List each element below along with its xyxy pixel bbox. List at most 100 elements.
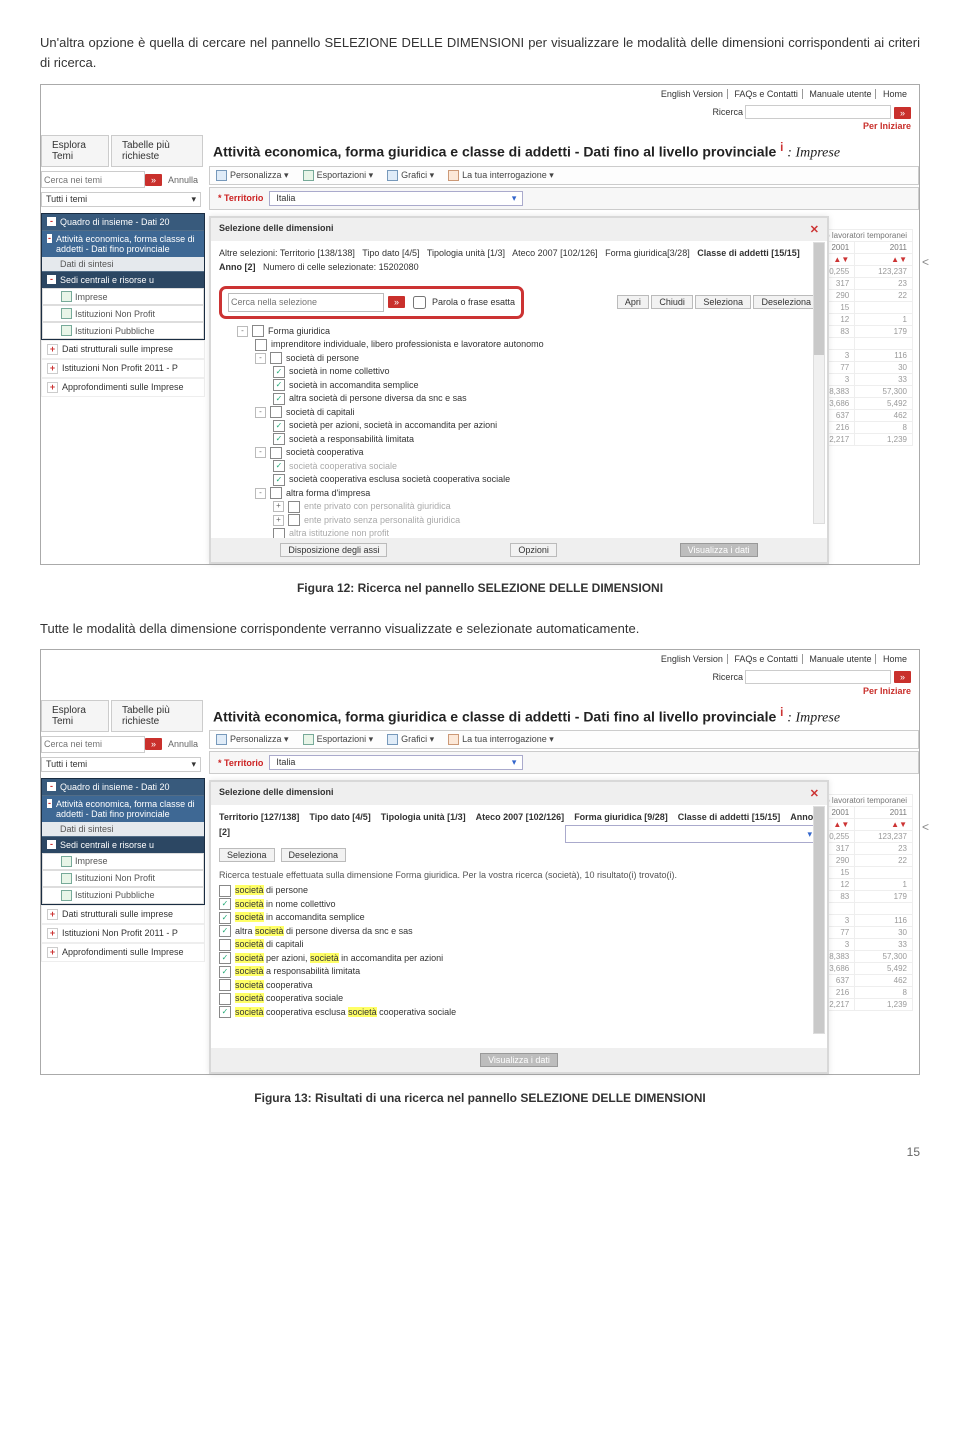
- scrollbar[interactable]: [813, 806, 825, 1034]
- checkbox[interactable]: ✓: [219, 1006, 231, 1018]
- result-item-label[interactable]: società cooperativa sociale: [235, 992, 343, 1006]
- dimension-search-input[interactable]: [228, 293, 384, 312]
- dim-link[interactable]: Territorio [138/138]: [280, 248, 355, 258]
- result-item-label[interactable]: società cooperativa: [235, 979, 313, 993]
- result-item-label[interactable]: società di persone: [235, 884, 308, 898]
- apri-button[interactable]: Apri: [617, 295, 649, 309]
- collapse-panel-icon[interactable]: <: [922, 820, 929, 834]
- search-temi-input[interactable]: [41, 736, 145, 753]
- nav-item[interactable]: Istituzioni Pubbliche: [75, 326, 155, 336]
- nav-item[interactable]: Approfondimenti sulle Imprese: [62, 382, 184, 393]
- checkbox[interactable]: [288, 501, 300, 513]
- dim-dropdown[interactable]: ▾: [565, 825, 819, 843]
- annulla-link[interactable]: Annulla: [162, 175, 198, 185]
- grafici-menu[interactable]: Grafici ▾: [387, 734, 434, 745]
- interrogazione-menu[interactable]: La tua interrogazione ▾: [448, 734, 554, 745]
- nav-item[interactable]: Dati di sintesi: [42, 257, 204, 271]
- tree-item-label[interactable]: società per azioni, società in accomandi…: [289, 419, 497, 433]
- tree-item-label[interactable]: ente privato senza personalità giuridica: [304, 514, 460, 528]
- result-item-label[interactable]: società a responsabilità limitata: [235, 965, 360, 979]
- expand-icon[interactable]: -: [255, 488, 266, 499]
- checkbox[interactable]: [219, 885, 231, 897]
- expand-icon[interactable]: -: [255, 447, 266, 458]
- close-icon[interactable]: ✕: [810, 223, 819, 236]
- tab-esplora[interactable]: Esplora Temi: [41, 700, 109, 732]
- deseleziona-button[interactable]: Deseleziona: [753, 295, 819, 309]
- checkbox[interactable]: ✓: [219, 912, 231, 924]
- checkbox[interactable]: [270, 406, 282, 418]
- nav-item[interactable]: Approfondimenti sulle Imprese: [62, 947, 184, 958]
- nav-item[interactable]: Istituzioni Non Profit: [75, 873, 155, 883]
- checkbox[interactable]: [219, 993, 231, 1005]
- tutti-temi-select[interactable]: Tutti i temi▾: [41, 757, 201, 772]
- checkbox[interactable]: ✓: [273, 379, 285, 391]
- territorio-select[interactable]: Italia▾: [269, 755, 523, 770]
- checkbox[interactable]: ✓: [219, 925, 231, 937]
- collapse-icon[interactable]: -: [47, 234, 52, 243]
- result-item-label[interactable]: società cooperativa esclusa società coop…: [235, 1006, 456, 1020]
- expand-icon[interactable]: +: [47, 909, 58, 920]
- dim-link[interactable]: Tipo dato [4/5]: [362, 248, 419, 258]
- visualizza-button[interactable]: Visualizza i dati: [480, 1053, 558, 1067]
- tree-item-label[interactable]: società a responsabilità limitata: [289, 433, 414, 447]
- checkbox[interactable]: ✓: [219, 966, 231, 978]
- checkbox[interactable]: [288, 514, 300, 526]
- link-faq[interactable]: FAQs e Contatti: [730, 89, 803, 99]
- ricerca-input[interactable]: [745, 670, 891, 684]
- dim-link[interactable]: Ateco 2007 [102/126]: [476, 812, 565, 822]
- search-temi-go[interactable]: »: [145, 174, 162, 186]
- tree-item-label[interactable]: società di persone: [286, 352, 359, 366]
- tree-item-label[interactable]: società di capitali: [286, 406, 355, 420]
- collapse-panel-icon[interactable]: <: [922, 255, 929, 269]
- seleziona-button[interactable]: Seleziona: [695, 295, 751, 309]
- checkbox[interactable]: [270, 487, 282, 499]
- chiudi-button[interactable]: Chiudi: [651, 295, 693, 309]
- checkbox[interactable]: [270, 447, 282, 459]
- territorio-select[interactable]: Italia▾: [269, 191, 523, 206]
- expand-icon[interactable]: -: [255, 353, 266, 364]
- dim-link[interactable]: Forma giuridica [9/28]: [574, 812, 668, 822]
- link-home[interactable]: Home: [879, 89, 911, 99]
- result-item-label[interactable]: società in nome collettivo: [235, 898, 336, 912]
- link-faq[interactable]: FAQs e Contatti: [730, 654, 803, 664]
- search-temi-input[interactable]: [41, 171, 145, 188]
- nav-item[interactable]: Istituzioni Non Profit 2011 - P: [62, 928, 178, 939]
- checkbox[interactable]: [270, 352, 282, 364]
- checkbox[interactable]: ✓: [273, 460, 285, 472]
- per-iniziare-link[interactable]: Per Iniziare: [41, 121, 919, 135]
- link-home[interactable]: Home: [879, 654, 911, 664]
- expand-icon[interactable]: +: [47, 344, 58, 355]
- checkbox[interactable]: [219, 979, 231, 991]
- collapse-icon[interactable]: -: [47, 840, 56, 849]
- tree-item-label[interactable]: società cooperativa esclusa società coop…: [289, 473, 510, 487]
- exact-phrase-checkbox[interactable]: [413, 296, 426, 309]
- expand-icon[interactable]: +: [47, 928, 58, 939]
- checkbox[interactable]: ✓: [219, 898, 231, 910]
- expand-icon[interactable]: -: [237, 326, 248, 337]
- info-icon[interactable]: i: [780, 141, 783, 154]
- nav-item[interactable]: Attività economica, forma classe di adde…: [56, 234, 199, 254]
- dim-link[interactable]: Anno [2]: [219, 262, 256, 272]
- dim-link-active[interactable]: Classe di addetti [15/15]: [697, 248, 800, 258]
- checkbox[interactable]: [255, 339, 267, 351]
- opzioni-button[interactable]: Opzioni: [510, 543, 557, 557]
- tree-item-label[interactable]: altra forma d'impresa: [286, 487, 370, 501]
- nav-item[interactable]: Attività economica, forma classe di adde…: [56, 799, 199, 819]
- tree-item-label[interactable]: Forma giuridica: [268, 325, 330, 339]
- expand-icon[interactable]: +: [273, 501, 284, 512]
- dim-link[interactable]: Forma giuridica[3/28]: [605, 248, 690, 258]
- nav-item[interactable]: Imprese: [75, 292, 108, 302]
- deseleziona-button[interactable]: Deseleziona: [281, 848, 347, 862]
- nav-item[interactable]: Sedi centrali e risorse u: [60, 275, 154, 285]
- checkbox[interactable]: ✓: [273, 433, 285, 445]
- grafici-menu[interactable]: Grafici ▾: [387, 170, 434, 181]
- link-english[interactable]: English Version: [657, 654, 728, 664]
- expand-icon[interactable]: +: [47, 363, 58, 374]
- collapse-icon[interactable]: -: [47, 275, 56, 284]
- tutti-temi-select[interactable]: Tutti i temi▾: [41, 192, 201, 207]
- checkbox[interactable]: ✓: [273, 366, 285, 378]
- collapse-icon[interactable]: -: [47, 799, 52, 808]
- collapse-icon[interactable]: -: [47, 217, 56, 226]
- disposizione-button[interactable]: Disposizione degli assi: [280, 543, 387, 557]
- dim-link[interactable]: Tipologia unità [1/3]: [381, 812, 466, 822]
